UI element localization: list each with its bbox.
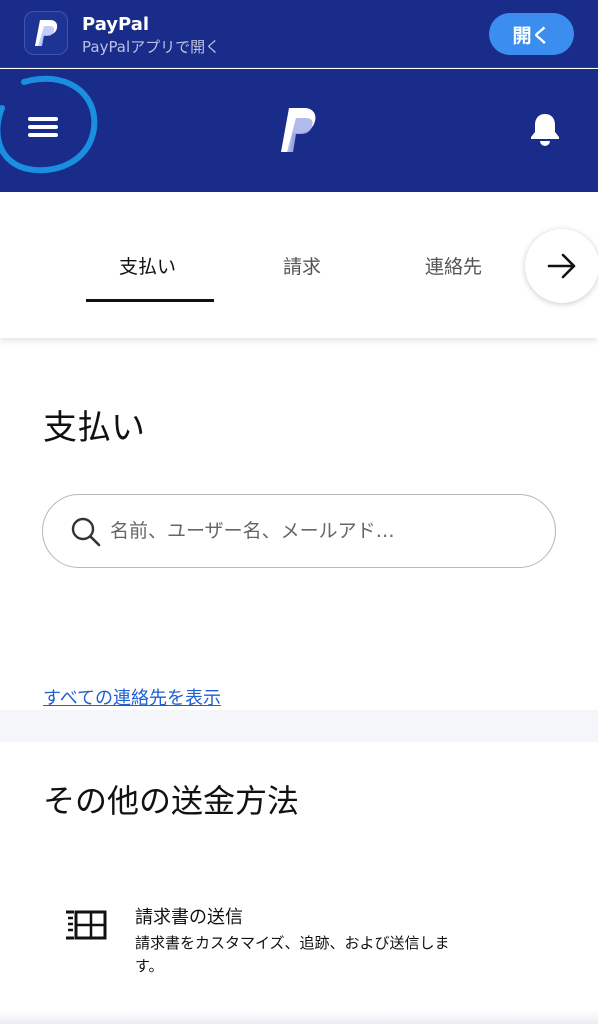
app-name: PayPal [82, 14, 150, 35]
app-subtitle: PayPalアプリで開く [82, 38, 221, 56]
search-icon [71, 517, 101, 547]
paypal-app-icon [24, 11, 68, 55]
tab-payments[interactable]: 支払い [119, 252, 176, 279]
arrow-right-icon [547, 253, 576, 279]
other-methods-title: その他の送金方法 [43, 782, 300, 820]
bell-icon[interactable] [530, 112, 560, 150]
search-input[interactable] [110, 514, 530, 548]
hamburger-menu-icon[interactable] [28, 117, 58, 141]
send-invoice-description: 請求書をカスタマイズ、追跡、および送信します。 [135, 934, 450, 975]
open-in-app-button[interactable]: 開く [489, 13, 574, 55]
active-tab-indicator [86, 299, 214, 302]
bottom-edge [0, 1010, 598, 1024]
tab-requests[interactable]: 請求 [283, 252, 321, 279]
view-all-contacts-link[interactable]: すべての連絡先を表示 [43, 684, 221, 710]
app-banner: PayPal PayPalアプリで開く 開く [0, 0, 598, 68]
tab-contacts[interactable]: 連絡先 [425, 252, 482, 279]
paypal-logo-icon[interactable] [280, 106, 320, 158]
send-invoice-title[interactable]: 請求書の送信 [135, 903, 243, 929]
section-divider [0, 710, 598, 742]
page-title: 支払い [43, 408, 145, 448]
invoice-icon [64, 908, 108, 946]
tabs-scroll-right-button[interactable] [525, 229, 598, 303]
